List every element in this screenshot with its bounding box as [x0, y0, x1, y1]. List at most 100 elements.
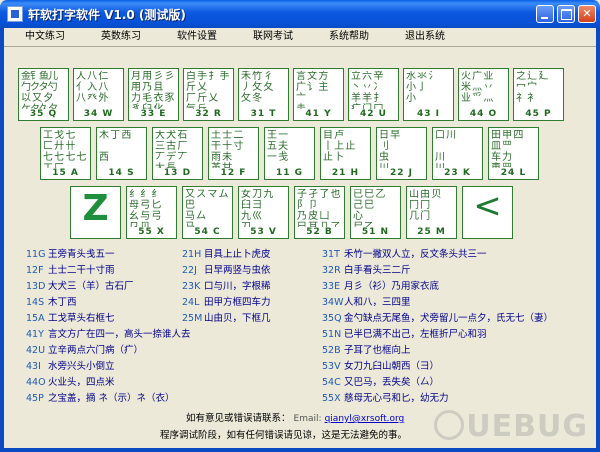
- key-x[interactable]: 纟 纟 纟 母 弓 匕 幺 与 弓 㔾 贝 55 X: [126, 186, 177, 239]
- list-item: 41Y 言文方广在四一，高头一捺谁人去: [26, 329, 191, 340]
- close-button[interactable]: ✕: [578, 5, 596, 23]
- key-d-label: 13 D: [163, 168, 192, 178]
- key-h[interactable]: 目 卢 丨 上 止 止 卜 21 H: [320, 127, 371, 180]
- key-y-radicals: 言 文 方 广 讠 主 亠 圭: [296, 71, 328, 109]
- key-l-label: 24 L: [500, 168, 527, 178]
- minimize-button[interactable]: [536, 5, 554, 23]
- key-q-label: 35 Q: [29, 109, 58, 119]
- key-c-radicals: 又 ス マ ム 巴 马 厶 马: [185, 189, 229, 227]
- key-v-radicals: 女 刀 九 臼 彐 九 巛 刀: [241, 189, 273, 227]
- key-p-label: 45 P: [525, 109, 552, 119]
- key-t[interactable]: 禾 竹 彳 丿 攵 夂 攵 冬 31 T: [238, 68, 289, 121]
- key-m[interactable]: 山 由 贝 冂 冂 几 门 25 M: [406, 186, 457, 239]
- debug-notice: 程序调试阶段，如有任何错误请见谅，这是无法避免的事。: [160, 430, 408, 441]
- key-v-label: 53 V: [250, 227, 277, 237]
- key-o[interactable]: 火 广 业 米 灬 丷 业 爫 灬 44 O: [458, 68, 509, 121]
- key-j-label: 22 J: [389, 168, 413, 178]
- key-t-label: 31 T: [250, 109, 277, 119]
- key-w-radicals: 人 八 仁 亻 入 八 八 癶 外: [76, 71, 108, 104]
- key-n-radicals: 已 巳 乙 己 巳 心 尸 乙: [353, 189, 385, 227]
- key-g-label: 11 G: [275, 168, 304, 178]
- list-item: 21H 目具上止卜虎皮: [182, 249, 271, 260]
- list-item: 33E 月彡（衫）乃用家衣底: [322, 281, 440, 292]
- key-w[interactable]: 人 八 仁 亻 入 八 八 癶 外 34 W: [73, 68, 124, 121]
- list-item: 23K 口与川，字根稀: [182, 281, 271, 292]
- email-link[interactable]: qianyl@xrsoft.org: [325, 414, 405, 424]
- key-y-label: 41 Y: [305, 109, 332, 119]
- menu-exit[interactable]: 退出系统: [402, 29, 448, 45]
- list-item: 31T 禾竹一撇双人立，反文条头共三一: [322, 249, 487, 260]
- list-item: 25M 山由贝，下框几: [182, 313, 271, 324]
- key-y[interactable]: 言 文 方 广 讠 主 亠 圭 41 Y: [293, 68, 344, 121]
- key-comma[interactable]: <: [462, 186, 513, 239]
- key-w-label: 34 W: [83, 109, 114, 119]
- key-c[interactable]: 又 ス マ ム 巴 马 厶 马 54 C: [182, 186, 233, 239]
- list-item: 42U 立辛两点六门病（疒）: [26, 345, 144, 356]
- window-title: 轩软打字软件 V1.0 (测试版): [28, 8, 186, 22]
- key-j[interactable]: 日 早 刂 虫 川 22 J: [376, 127, 427, 180]
- key-k-label: 23 K: [444, 168, 471, 178]
- key-e-radicals: 月 用 彡 彡 用 乃 且 力 毛 衣 豕 豸 臼 化: [131, 71, 175, 109]
- list-item: 12F 土士二干十寸雨: [26, 265, 115, 276]
- menu-settings[interactable]: 软件设置: [174, 29, 220, 45]
- menu-chinese-practice[interactable]: 中文练习: [22, 29, 68, 45]
- key-r[interactable]: 白 手 扌 手 斤 乂 厂 斤 乂 气 丘 32 R: [183, 68, 234, 121]
- key-f-label: 12 F: [220, 168, 247, 178]
- list-item: 14S 木丁西: [26, 297, 77, 308]
- key-z-letter: Z: [82, 188, 109, 229]
- key-k[interactable]: 口 川 川 川 23 K: [432, 127, 483, 180]
- key-i[interactable]: 水 氺 氵 小 亅 小 43 I: [403, 68, 454, 121]
- key-r-label: 32 R: [195, 109, 222, 119]
- key-f[interactable]: 土 士 二 干 十 寸 雨 未 革 甘 12 F: [208, 127, 259, 180]
- key-d[interactable]: 大 犬 石 三 古 厂 丆 デ 丆 尢 長 13 D: [152, 127, 203, 180]
- key-l-radicals: 田 甲 四 皿 罒 车 力 車 罒: [491, 130, 523, 168]
- key-s-radicals: 木 丁 西 西: [99, 130, 131, 163]
- key-e[interactable]: 月 用 彡 彡 用 乃 且 力 毛 衣 豕 豸 臼 化 33 E: [128, 68, 179, 121]
- key-n[interactable]: 已 巳 乙 己 巳 心 尸 乙 51 N: [350, 186, 401, 239]
- key-m-label: 25 M: [417, 227, 446, 237]
- key-o-radicals: 火 广 业 米 灬 丷 业 爫 灬: [461, 71, 493, 104]
- list-item: 45P 之宝盖，摘 ネ（示）ネ（衣）: [26, 393, 175, 404]
- key-a-label: 15 A: [52, 168, 79, 178]
- key-n-label: 51 N: [361, 227, 390, 237]
- list-item: 52B 子耳了也框向上: [322, 345, 411, 356]
- title-bar[interactable]: 轩软打字软件 V1.0 (测试版) ✕: [0, 0, 600, 28]
- list-item: 53V 女刀九臼山朝西（彐）: [322, 361, 440, 372]
- key-q[interactable]: 金钅鱼儿 勹クタ勺 以 又 夕 ケタ久夕 35 Q: [18, 68, 69, 121]
- key-j-radicals: 日 早 刂 虫 川: [379, 130, 400, 168]
- key-b[interactable]: 子 孑 了 也 阝 卩 乃 皮 凵 巳 耳 卩 了 52 B: [294, 186, 345, 239]
- menu-bar: 中文练习 英数练习 软件设置 联网考试 系统帮助 退出系统: [4, 28, 596, 46]
- key-q-radicals: 金钅鱼儿 勹クタ勺 以 又 夕 ケタ久夕: [21, 71, 58, 109]
- list-item: 43I 水旁兴头小倒立: [26, 361, 115, 372]
- maximize-button[interactable]: [557, 5, 575, 23]
- watermark-logo: UEBUG: [434, 409, 588, 444]
- key-g-radicals: 王 一 五 夫 一 戋: [267, 130, 288, 163]
- menu-english-practice[interactable]: 英数练习: [98, 29, 144, 45]
- key-i-label: 43 I: [416, 109, 440, 119]
- key-s[interactable]: 木 丁 西 西 14 S: [96, 127, 147, 180]
- key-a[interactable]: 工 戈 七 匚 廾 卄 七 七 七 七 工 匚 15 A: [40, 127, 91, 180]
- key-m-radicals: 山 由 贝 冂 冂 几 门: [409, 189, 441, 222]
- key-e-label: 33 E: [140, 109, 167, 119]
- key-b-label: 52 B: [306, 227, 333, 237]
- menu-online-exam[interactable]: 联网考试: [250, 29, 296, 45]
- email-label: Email:: [293, 414, 322, 424]
- key-d-radicals: 大 犬 石 三 古 厂 丆 デ 丆 尢 長: [155, 130, 187, 168]
- key-g[interactable]: 王 一 五 夫 一 戋 11 G: [264, 127, 315, 180]
- key-u-label: 42 U: [360, 109, 387, 119]
- key-u[interactable]: 立 六 辛 丶 丷 冫 羊 羊 扌 疒 门 冂 42 U: [348, 68, 399, 121]
- list-item: 44O 火业头，四点米: [26, 377, 115, 388]
- key-v[interactable]: 女 刀 九 臼 彐 九 巛 刀 53 V: [238, 186, 289, 239]
- list-item: 11G 王旁青头戋五一: [26, 249, 115, 260]
- menu-help[interactable]: 系统帮助: [326, 29, 372, 45]
- contact-info: 如有意见或错误请联系： Email: qianyl@xrsoft.org: [186, 410, 404, 424]
- app-icon: [7, 6, 23, 22]
- key-l[interactable]: 田 甲 四 皿 罒 车 力 車 罒 24 L: [488, 127, 539, 180]
- key-b-radicals: 子 孑 了 也 阝 卩 乃 皮 凵 巳 耳 卩 了: [297, 189, 341, 227]
- key-x-radicals: 纟 纟 纟 母 弓 匕 幺 与 弓 㔾 贝: [129, 189, 161, 227]
- key-p[interactable]: 之 辶 廴 冖 宀 礻 衤 45 P: [513, 68, 564, 121]
- key-z[interactable]: Z: [70, 186, 121, 239]
- list-item: 32R 白手看头三二斤: [322, 265, 411, 276]
- key-f-radicals: 土 士 二 干 十 寸 雨 未 革 甘: [211, 130, 243, 168]
- key-u-radicals: 立 六 辛 丶 丷 冫 羊 羊 扌 疒 门 冂: [351, 71, 383, 109]
